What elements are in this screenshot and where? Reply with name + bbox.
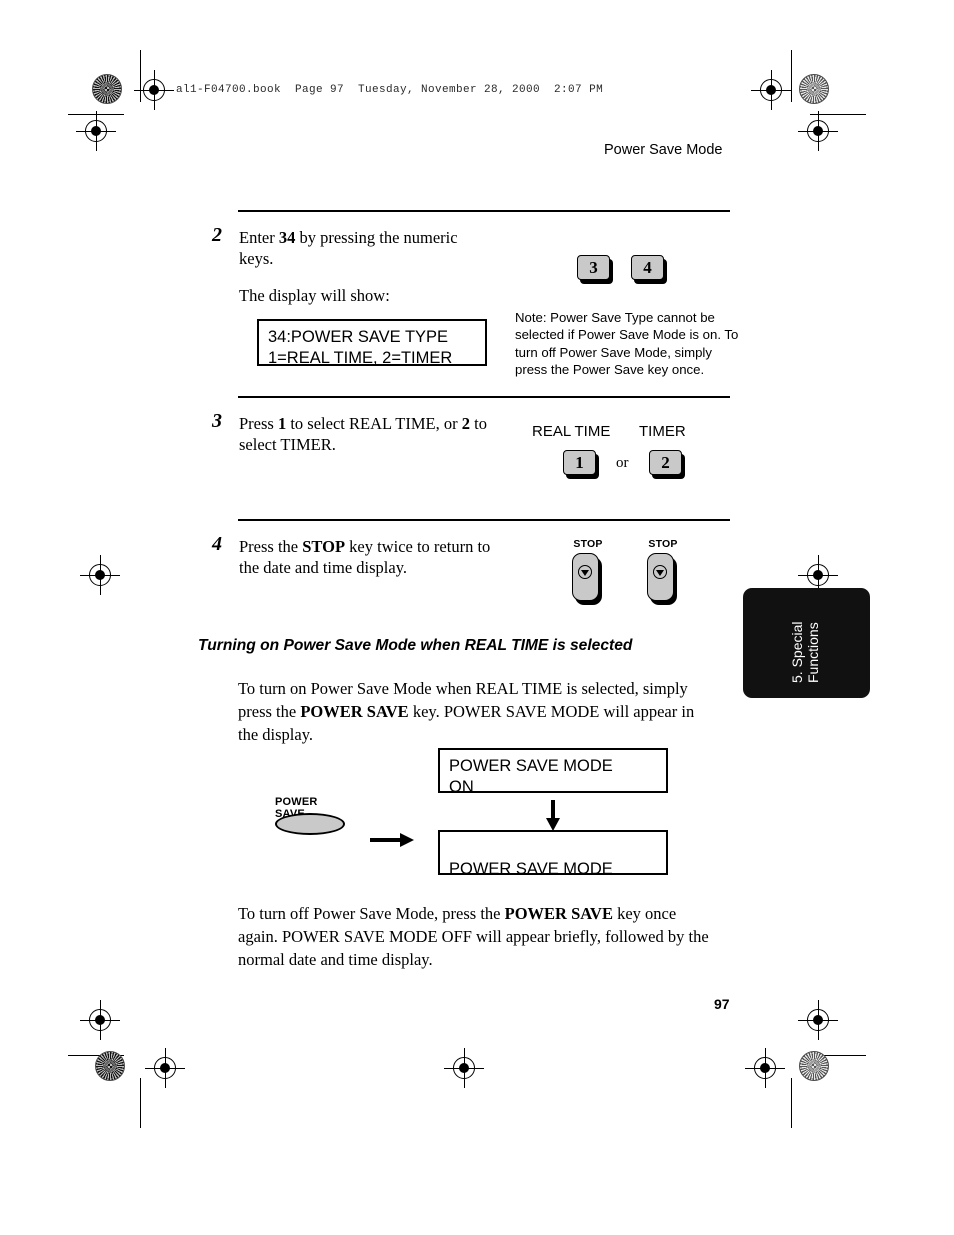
step-3-instruction: Press 1 to select REAL TIME, or 2 to sel…	[239, 414, 487, 454]
option-label-real-time: REAL TIME	[532, 423, 611, 440]
key-face-label: 2	[649, 450, 682, 475]
option-label-timer: TIMER	[639, 423, 686, 440]
numeric-key-2[interactable]: 2	[649, 450, 685, 479]
step-3-number: 3	[212, 410, 222, 432]
step-divider-after-step-3	[238, 519, 730, 521]
registration-mark-top-right	[751, 70, 791, 110]
section-heading: Turning on Power Save Mode when REAL TIM…	[198, 637, 633, 654]
book-file-info-line: al1-F04700.book Page 97 Tuesday, Novembe…	[176, 84, 604, 96]
step-divider-after-step-2	[238, 396, 730, 398]
chapter-tab-label: 5. Special Functions	[789, 622, 821, 683]
stop-key-label: STOP	[573, 538, 603, 550]
chapter-tab-line-2: Functions	[805, 622, 821, 683]
step-divider-top	[238, 210, 730, 212]
density-patch-bottom-right	[799, 1051, 829, 1081]
crop-line-bottom-left-vertical	[140, 1078, 142, 1128]
arrow-head	[400, 833, 414, 847]
registration-mark-bottom-left	[145, 1048, 185, 1088]
step-2-instruction: Enter 34 by pressing the numeric keys.	[239, 228, 458, 268]
registration-mark-bottom-right	[745, 1048, 785, 1088]
section-paragraph-2: To turn off Power Save Mode, press the P…	[238, 904, 709, 969]
arrow-shaft	[551, 800, 555, 820]
density-patch-top-right	[799, 74, 829, 104]
crop-line-top-right-vertical	[791, 50, 793, 102]
step-4-number: 4	[212, 533, 222, 555]
lcd-display-power-save-mode: POWER SAVE MODE	[438, 830, 668, 878]
arrow-down-icon	[546, 800, 560, 832]
step-2-followup: The display will show:	[239, 286, 390, 305]
stop-key-second[interactable]: STOP	[647, 538, 677, 605]
key-face-label: 3	[577, 255, 610, 280]
registration-mark-right-upper	[798, 111, 838, 151]
registration-mark-bottom-center	[444, 1048, 484, 1088]
density-patch-top-left	[92, 74, 122, 104]
running-head-title: Power Save Mode	[604, 142, 723, 158]
density-patch-bottom-left	[95, 1051, 125, 1081]
note-power-save-type: Note: Power Save Type cannot be selected…	[515, 310, 739, 378]
lcd-display-power-save-type: 34:POWER SAVE TYPE 1=REAL TIME, 2=TIMER	[257, 319, 487, 367]
step-4-instruction: Press the STOP key twice to return to th…	[239, 537, 491, 577]
step-2-number: 2	[212, 224, 222, 246]
numeric-key-1[interactable]: 1	[563, 450, 599, 479]
arrow-right-icon	[370, 833, 416, 847]
chapter-tab-special-functions: 5. Special Functions	[743, 588, 870, 698]
crop-line-bottom-right-vertical	[791, 1078, 793, 1128]
registration-mark-top-left	[134, 70, 174, 110]
stop-key-label: STOP	[648, 538, 678, 550]
registration-mark-left-upper	[76, 111, 116, 151]
registration-mark-left-middle	[80, 555, 120, 595]
power-save-key-group[interactable]: POWER SAVE	[275, 796, 349, 838]
numeric-key-3[interactable]: 3	[577, 255, 613, 284]
or-conjunction: or	[616, 455, 629, 471]
power-save-key-oval[interactable]	[275, 813, 345, 835]
chapter-tab-line-1: 5. Special	[789, 621, 805, 683]
stop-key-first[interactable]: STOP	[572, 538, 602, 605]
lcd-display-power-save-mode-on: POWER SAVE MODE ON	[438, 748, 668, 796]
key-face-label: 4	[631, 255, 664, 280]
stop-symbol-triangle-icon	[581, 569, 589, 576]
registration-mark-left-lower	[80, 1000, 120, 1040]
section-paragraph-1: To turn on Power Save Mode when REAL TIM…	[238, 679, 695, 744]
registration-mark-right-lower	[798, 1000, 838, 1040]
arrow-shaft	[370, 838, 402, 842]
stop-symbol-triangle-icon	[656, 569, 664, 576]
numeric-key-4[interactable]: 4	[631, 255, 667, 284]
key-face-label: 1	[563, 450, 596, 475]
page-number: 97	[714, 996, 730, 1012]
